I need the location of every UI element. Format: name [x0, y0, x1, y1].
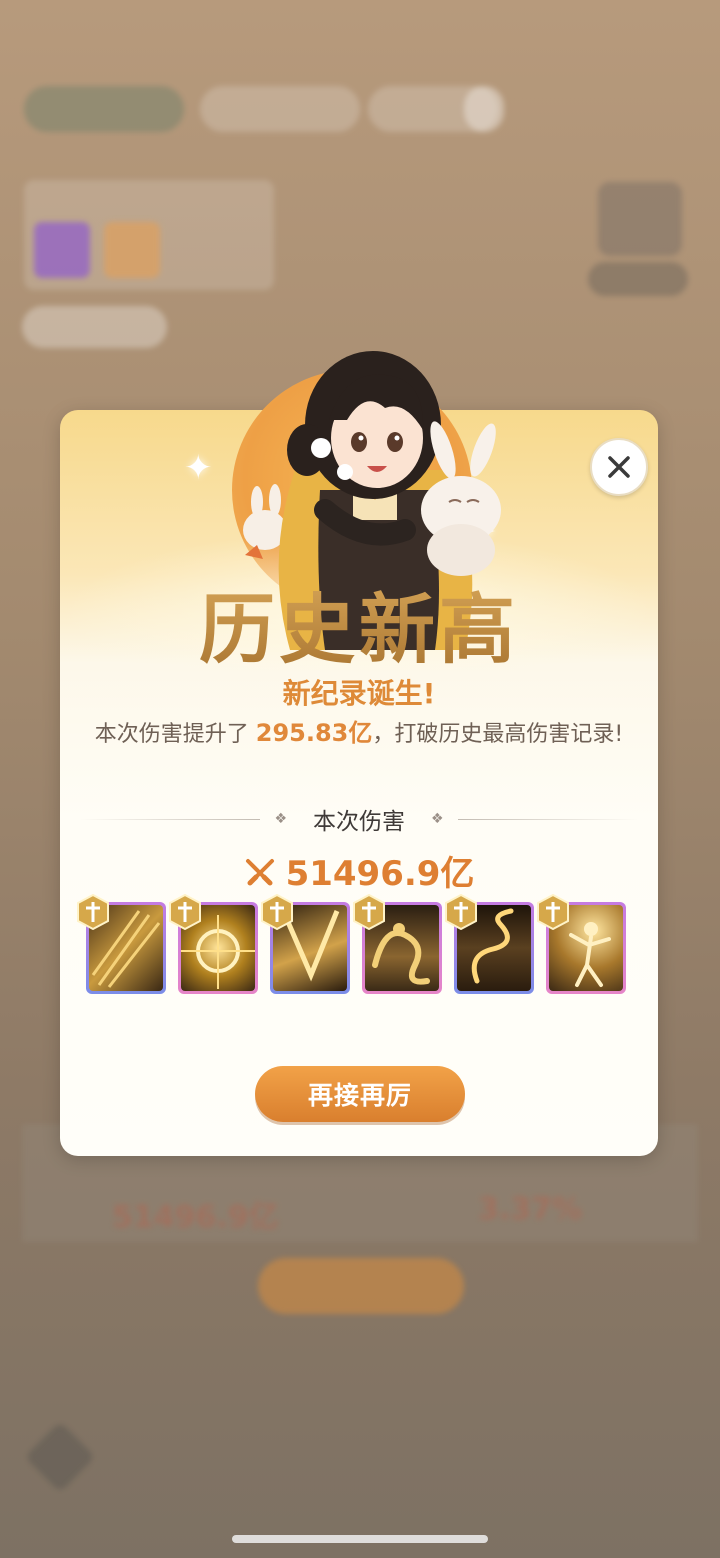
sparkle-icon: ✦: [184, 448, 213, 488]
skill-card[interactable]: [445, 894, 534, 994]
record-description: 本次伤害提升了 295.83亿，打破历史最高伤害记录!: [60, 713, 658, 748]
divider-line-right: [457, 818, 638, 820]
skill-badge-icon: [169, 894, 201, 930]
skill-badge-icon: [445, 894, 477, 930]
background-value-right: 3.37%: [478, 1192, 583, 1227]
desc-suffix: ，打破历史最高伤害记录!: [372, 722, 624, 747]
headline-title: 历史新高: [60, 568, 658, 678]
damage-value: 51496.9亿: [285, 854, 475, 894]
try-again-button[interactable]: 再接再厉: [255, 1066, 465, 1122]
background-card-panel: [24, 180, 274, 290]
background-button: [258, 1258, 464, 1314]
section-label: 本次伤害: [313, 809, 405, 835]
background-value-left: 51496.9亿: [112, 1200, 279, 1235]
background-right-icon: [598, 182, 682, 256]
diamond-icon: ❖: [274, 811, 287, 827]
skill-card[interactable]: [261, 894, 350, 994]
desc-increase-value: 295.83亿: [255, 719, 373, 747]
skill-badge-icon: [353, 894, 385, 930]
close-icon: [608, 456, 630, 478]
close-button[interactable]: [590, 438, 648, 496]
background-pill: [22, 306, 167, 348]
skill-card[interactable]: [169, 894, 258, 994]
skill-list: [77, 894, 644, 998]
crossed-swords-icon: [245, 859, 274, 886]
desc-prefix: 本次伤害提升了: [94, 722, 256, 747]
diamond-icon: ❖: [431, 811, 444, 827]
damage-total: 51496.9亿: [60, 846, 658, 895]
subtitle: 新纪录诞生!: [282, 677, 436, 710]
home-indicator[interactable]: [232, 1535, 488, 1543]
skill-badge-icon: [537, 894, 569, 930]
skill-card[interactable]: [537, 894, 626, 994]
skill-badge-icon: [261, 894, 293, 930]
background-diamond-icon: [24, 1421, 96, 1493]
background-right-pill: [588, 262, 688, 296]
section-divider: ❖ 本次伤害 ❖: [80, 802, 638, 836]
divider-line-left: [80, 818, 261, 820]
record-modal: ✦ ✦: [60, 351, 658, 1156]
skill-badge-icon: [77, 894, 109, 930]
background-top-bar: [24, 86, 504, 132]
skill-card[interactable]: [353, 894, 442, 994]
skill-card[interactable]: [77, 894, 166, 994]
